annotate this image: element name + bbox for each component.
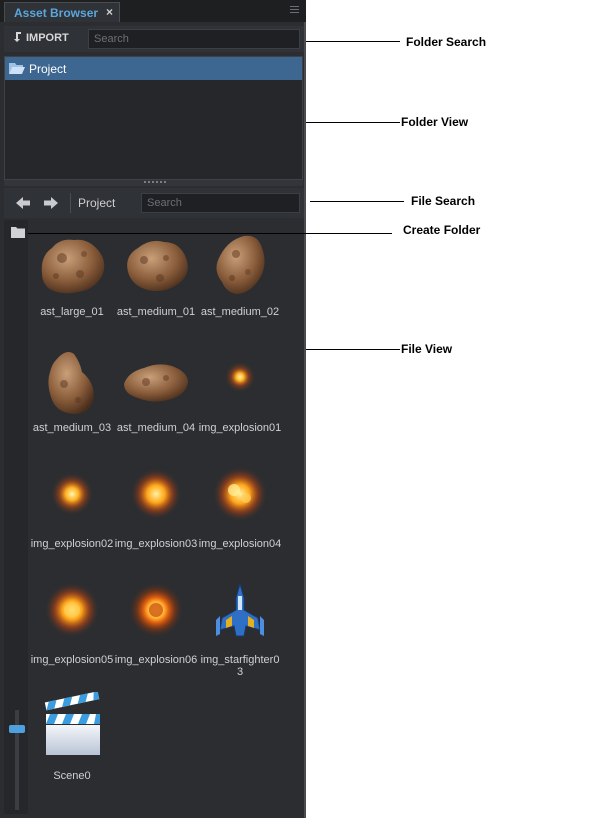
file-view: ast_large_01 ast_medium_01 ast_medium_02: [30, 220, 304, 814]
import-button[interactable]: IMPORT: [14, 32, 69, 44]
close-icon[interactable]: ×: [106, 5, 113, 19]
file-item-label: img_explosion04: [198, 538, 282, 550]
create-folder-icon[interactable]: [11, 226, 25, 238]
file-item-label: img_explosion06: [114, 654, 198, 666]
asteroid-medium-icon: [127, 240, 188, 292]
file-toolbar: Project: [4, 188, 304, 218]
file-item-label: img_explosion05: [30, 654, 114, 666]
callout-line-folder-view: [306, 122, 400, 123]
file-item-label: ast_large_01: [40, 306, 104, 318]
file-item[interactable]: img_explosion02: [30, 456, 114, 572]
callout-line-folder-search: [306, 41, 400, 42]
asset-browser-panel: Asset Browser × IMPORT Project: [0, 0, 306, 818]
file-item-label: ast_medium_03: [32, 422, 112, 434]
thumbnail-size-slider-thumb[interactable]: [9, 725, 25, 733]
file-item[interactable]: img_explosion06: [114, 572, 198, 688]
callout-create-folder: Create Folder: [403, 223, 481, 237]
grip-icon: [144, 181, 166, 183]
callout-file-search: File Search: [411, 194, 476, 208]
file-item[interactable]: ast_medium_01: [114, 224, 198, 340]
explosion-icon: [44, 582, 100, 638]
breadcrumb[interactable]: Project: [78, 196, 115, 210]
explosion-icon: [50, 472, 94, 516]
file-item[interactable]: ast_medium_04: [114, 340, 198, 456]
file-item[interactable]: ast_medium_02: [198, 224, 282, 340]
toolbar-divider: [70, 193, 71, 213]
callout-file-view: File View: [401, 342, 453, 356]
folder-open-icon: [9, 63, 25, 74]
file-search-input[interactable]: [141, 193, 300, 213]
file-item-label: ast_medium_04: [116, 422, 196, 434]
file-item-label: ast_medium_02: [200, 306, 280, 318]
file-item[interactable]: Scene0: [30, 688, 114, 804]
file-item-label: img_starfighter03: [200, 654, 280, 678]
file-item[interactable]: ast_medium_03: [30, 340, 114, 456]
clapperboard-icon: [44, 692, 100, 755]
import-icon: [14, 32, 21, 42]
starfighter-icon: [216, 582, 264, 637]
file-item-label: ast_medium_01: [116, 306, 196, 318]
asteroid-medium-icon: [124, 364, 188, 402]
folder-item-label: Project: [29, 62, 67, 76]
panel-splitter[interactable]: [4, 180, 303, 186]
file-sidebar: [4, 220, 28, 814]
asteroid-large-icon: [41, 239, 105, 294]
callout-folder-search: Folder Search: [406, 35, 487, 49]
file-item[interactable]: img_explosion04: [198, 456, 282, 572]
callout-line-create-folder: [28, 233, 392, 234]
file-item-label: img_explosion03: [114, 538, 198, 550]
explosion-icon: [212, 466, 268, 522]
import-label: IMPORT: [26, 32, 69, 44]
explosion-icon: [128, 582, 184, 638]
file-item[interactable]: ast_large_01: [30, 224, 114, 340]
asteroid-medium-icon: [216, 235, 265, 294]
file-item-label: img_explosion02: [30, 538, 114, 550]
file-item[interactable]: img_explosion05: [30, 572, 114, 688]
explosion-icon: [224, 361, 256, 393]
callout-line-file-view: [306, 349, 400, 350]
folder-view: Project: [4, 56, 303, 180]
folder-toolbar: IMPORT: [4, 26, 304, 52]
file-item[interactable]: img_starfighter03: [198, 572, 282, 688]
file-item[interactable]: img_explosion01: [198, 340, 282, 456]
asteroid-medium-icon: [48, 352, 94, 414]
folder-item-project[interactable]: Project: [5, 57, 302, 80]
tab-title: Asset Browser: [14, 6, 99, 20]
folder-search-input[interactable]: [88, 29, 300, 49]
explosion-icon: [130, 468, 182, 520]
back-arrow-icon[interactable]: [14, 194, 32, 212]
panel-menu-icon[interactable]: [290, 6, 299, 15]
file-item-label: Scene0: [53, 770, 91, 782]
tab-asset-browser[interactable]: Asset Browser ×: [4, 2, 120, 22]
tab-bar: Asset Browser ×: [0, 0, 306, 22]
file-item-label: img_explosion01: [198, 422, 282, 434]
callout-folder-view: Folder View: [401, 115, 469, 129]
callout-line-file-search: [310, 201, 404, 202]
file-item[interactable]: img_explosion03: [114, 456, 198, 572]
forward-arrow-icon[interactable]: [42, 194, 60, 212]
